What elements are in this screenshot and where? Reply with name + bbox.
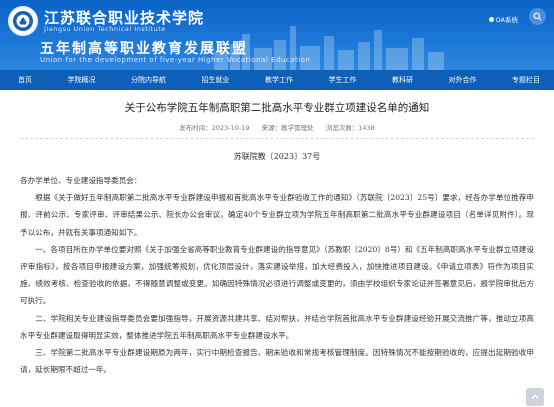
oa-label: OA系统 <box>495 16 518 24</box>
oa-system-link[interactable]: OA系统 <box>488 14 518 24</box>
article-paragraph: 三、学院第二批高水平专业群建设期原为两年，实行中期检查报告、期末验收和常规考核管… <box>20 348 534 375</box>
arrow-up-icon <box>531 394 539 399</box>
nav-item-admissions[interactable]: 招生就业 <box>202 75 230 85</box>
nav-item-international[interactable]: 对外合作 <box>449 75 477 85</box>
nav-item-teaching[interactable]: 教学工作 <box>265 75 293 85</box>
nav-item-branches[interactable]: 分院内导航 <box>131 75 166 85</box>
article-title: 关于公布学院五年制高职第二批高水平专业群立项建设名单的通知 <box>124 102 430 114</box>
document-number: 苏联院教〔2023〕37号 <box>233 152 321 161</box>
article-container: 关于公布学院五年制高职第二批高水平专业群立项建设名单的通知 发布时间：2023-… <box>0 100 554 378</box>
article-paragraph: 根据《关于做好五年制高职第二批高水平专业群建设申报和首批高水平专业群验收工作的通… <box>20 193 534 237</box>
nav-item-special-topics[interactable]: 专题栏目 <box>512 75 540 85</box>
nav-item-students[interactable]: 学生工作 <box>329 75 357 85</box>
article-paragraph: 一、各项目所在办学单位要对照《关于加强全省高等职业教育专业群建设的指导意见》（苏… <box>20 244 534 306</box>
article-source: 来源：教学管理处 <box>261 124 314 132</box>
nav-item-home[interactable]: 首页 <box>18 75 32 85</box>
main-nav: 首页 学院概况 分院内导航 招生就业 教学工作 学生工作 教科研 对外合作 专题… <box>0 70 554 90</box>
back-to-top-button[interactable] <box>526 388 544 406</box>
search-button[interactable] <box>529 8 546 25</box>
skyline-decoration <box>214 26 444 70</box>
view-count: 浏览次数：1438 <box>325 124 375 132</box>
school-emblem-icon[interactable] <box>8 6 38 36</box>
salutation: 各办学单位、专业建设指导委员会： <box>20 176 142 185</box>
site-header: 江苏联合职业技术学院 Jiangsu Union Technical Insti… <box>0 0 554 70</box>
article-body: 各办学单位、专业建设指导委员会： 根据《关于做好五年制高职第二批高水平专业群建设… <box>20 172 534 378</box>
oa-dot-icon <box>488 16 494 22</box>
nav-item-research[interactable]: 教科研 <box>392 75 413 85</box>
publish-time: 发布时间：2023-10-19 <box>179 124 250 132</box>
nav-item-about[interactable]: 学院概况 <box>68 75 96 85</box>
article-paragraph: 二、学院相关专业建设指导委员会要加强指导，开展资源共建共享、结对帮扶，并结合学院… <box>20 313 534 340</box>
school-name-en: Jiangsu Union Technical Institute <box>44 25 166 33</box>
article-meta: 发布时间：2023-10-19 来源：教学管理处 浏览次数：1438 <box>20 122 534 139</box>
search-icon <box>533 12 542 21</box>
